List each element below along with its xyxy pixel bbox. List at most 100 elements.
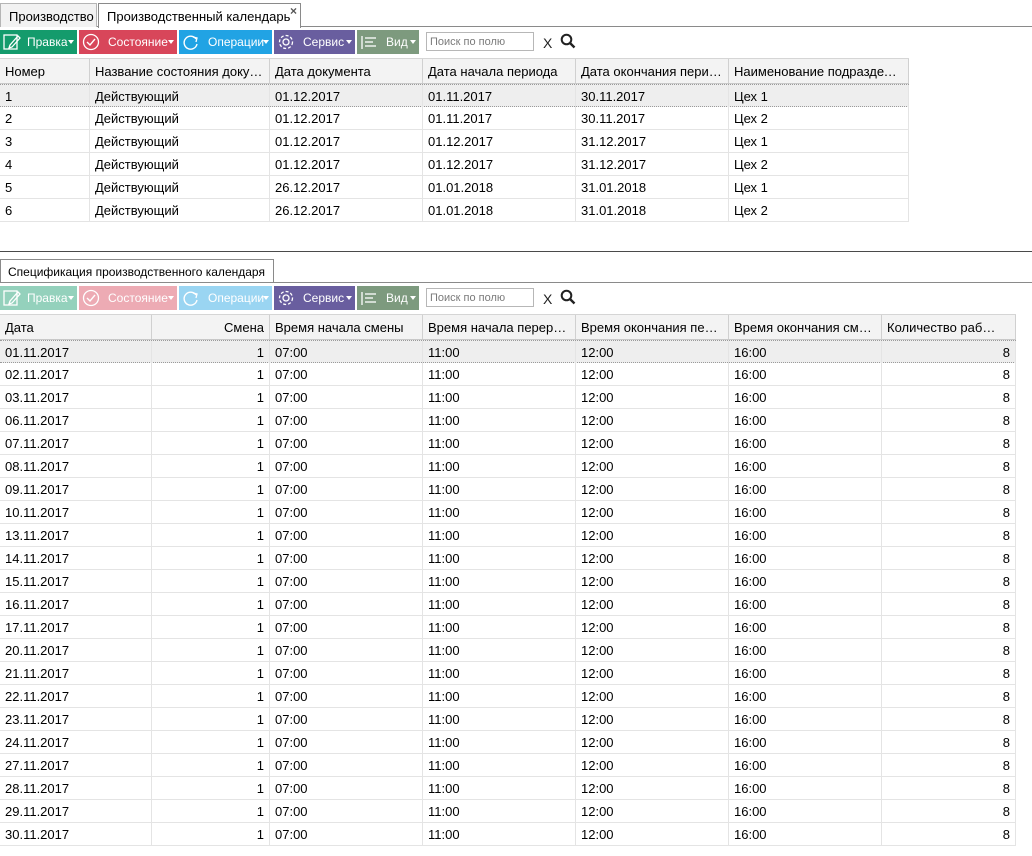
search-input[interactable]: [426, 32, 534, 51]
table-row[interactable]: 5 Действующий 26.12.2017 01.01.2018 31.01.20…: [0, 176, 909, 199]
table-cell: 12:00: [576, 547, 729, 569]
check-circle-icon: [82, 289, 100, 307]
table-row[interactable]: 24.11.2017 1 07:00 11:00 12:00 16:00 8: [0, 731, 1016, 754]
table-row[interactable]: 01.11.2017 1 07:00 11:00 12:00 16:00 8: [0, 340, 1016, 363]
tab-production-calendar[interactable]: Производственный календарь ×: [98, 3, 301, 28]
table-row[interactable]: 15.11.2017 1 07:00 11:00 12:00 16:00 8: [0, 570, 1016, 593]
table-row[interactable]: 4 Действующий 01.12.2017 01.12.2017 31.12.20…: [0, 153, 909, 176]
table-cell: 6: [0, 199, 90, 221]
column-header[interactable]: Дата начала периода: [423, 59, 576, 83]
table-row[interactable]: 28.11.2017 1 07:00 11:00 12:00 16:00 8: [0, 777, 1016, 800]
table-row[interactable]: 03.11.2017 1 07:00 11:00 12:00 16:00 8: [0, 386, 1016, 409]
table-cell: 1: [152, 639, 270, 661]
search-icon[interactable]: [560, 33, 576, 49]
column-header[interactable]: Дата окончания пери…: [576, 59, 729, 83]
table-row[interactable]: 6 Действующий 26.12.2017 01.01.2018 31.01.20…: [0, 199, 909, 222]
pencil-icon: [3, 34, 21, 50]
table-row[interactable]: 21.11.2017 1 07:00 11:00 12:00 16:00 8: [0, 662, 1016, 685]
table-cell: 12:00: [576, 800, 729, 822]
table-cell: 07:00: [270, 478, 423, 500]
list-icon: [361, 36, 376, 49]
table-cell: 30.11.2017: [0, 823, 152, 845]
edit-button[interactable]: Правка: [0, 30, 77, 54]
column-header[interactable]: Время окончания см…: [729, 315, 882, 339]
table-cell: 1: [152, 662, 270, 684]
search-input[interactable]: [426, 288, 534, 307]
service-button[interactable]: Сервис: [274, 286, 355, 310]
column-header[interactable]: Время окончания пер…: [576, 315, 729, 339]
table-row[interactable]: 30.11.2017 1 07:00 11:00 12:00 16:00 8: [0, 823, 1016, 846]
table-cell: 8: [882, 754, 1016, 776]
close-icon[interactable]: ×: [290, 4, 297, 18]
table-row[interactable]: 29.11.2017 1 07:00 11:00 12:00 16:00 8: [0, 800, 1016, 823]
table-row[interactable]: 27.11.2017 1 07:00 11:00 12:00 16:00 8: [0, 754, 1016, 777]
table-cell: 1: [152, 708, 270, 730]
table-row[interactable]: 1 Действующий 01.12.2017 01.11.2017 30.11.20…: [0, 84, 909, 107]
column-header[interactable]: Название состояния доку…: [90, 59, 270, 83]
table-row[interactable]: 07.11.2017 1 07:00 11:00 12:00 16:00 8: [0, 432, 1016, 455]
table-row[interactable]: 09.11.2017 1 07:00 11:00 12:00 16:00 8: [0, 478, 1016, 501]
view-button[interactable]: Вид: [357, 286, 419, 310]
table-cell: 07:00: [270, 616, 423, 638]
table-cell: 8: [882, 570, 1016, 592]
table-row[interactable]: 2 Действующий 01.12.2017 01.11.2017 30.11.20…: [0, 107, 909, 130]
service-button[interactable]: Сервис: [274, 30, 355, 54]
view-button[interactable]: Вид: [357, 30, 419, 54]
service-label: Сервис: [303, 35, 345, 49]
table-cell: 8: [882, 547, 1016, 569]
column-header[interactable]: Номер: [0, 59, 90, 83]
column-header[interactable]: Время начала перер…: [423, 315, 576, 339]
table-row[interactable]: 16.11.2017 1 07:00 11:00 12:00 16:00 8: [0, 593, 1016, 616]
state-button[interactable]: Состояние: [79, 30, 177, 54]
table-cell: 11:00: [423, 524, 576, 546]
column-header[interactable]: Количество раб…: [882, 315, 1016, 339]
table-cell: 08.11.2017: [0, 455, 152, 477]
table-cell: 16:00: [729, 593, 882, 615]
table-cell: 1: [152, 386, 270, 408]
table-cell: 02.11.2017: [0, 363, 152, 385]
operations-button[interactable]: Операции: [179, 30, 272, 54]
table-cell: 12:00: [576, 570, 729, 592]
search-icon[interactable]: [560, 289, 576, 305]
chevron-down-icon: [68, 40, 74, 44]
tab-specification[interactable]: Спецификация производственного календаря: [0, 259, 274, 283]
column-header[interactable]: Наименование подраздел…: [729, 59, 909, 83]
table-row[interactable]: 20.11.2017 1 07:00 11:00 12:00 16:00 8: [0, 639, 1016, 662]
edit-button[interactable]: Правка: [0, 286, 77, 310]
column-header[interactable]: Время начала смены: [270, 315, 423, 339]
table-row[interactable]: 02.11.2017 1 07:00 11:00 12:00 16:00 8: [0, 363, 1016, 386]
table-row[interactable]: 10.11.2017 1 07:00 11:00 12:00 16:00 8: [0, 501, 1016, 524]
table-cell: 17.11.2017: [0, 616, 152, 638]
clear-search-button[interactable]: X: [543, 291, 552, 307]
table-cell: 8: [882, 662, 1016, 684]
table-cell: Действующий: [90, 85, 270, 107]
column-header[interactable]: Дата: [0, 315, 152, 339]
table-cell: 12:00: [576, 341, 729, 363]
state-button[interactable]: Состояние: [79, 286, 177, 310]
table-row[interactable]: 23.11.2017 1 07:00 11:00 12:00 16:00 8: [0, 708, 1016, 731]
table-cell: 16.11.2017: [0, 593, 152, 615]
pencil-icon: [3, 290, 21, 306]
table-row[interactable]: 14.11.2017 1 07:00 11:00 12:00 16:00 8: [0, 547, 1016, 570]
service-label: Сервис: [303, 291, 345, 305]
table-row[interactable]: 3 Действующий 01.12.2017 01.12.2017 31.12.20…: [0, 130, 909, 153]
panel-divider[interactable]: [0, 251, 1032, 252]
clear-search-button[interactable]: X: [543, 35, 552, 51]
column-header[interactable]: Смена: [152, 315, 270, 339]
table-cell: Действующий: [90, 199, 270, 221]
table-row[interactable]: 06.11.2017 1 07:00 11:00 12:00 16:00 8: [0, 409, 1016, 432]
table-row[interactable]: 22.11.2017 1 07:00 11:00 12:00 16:00 8: [0, 685, 1016, 708]
table-cell: 07:00: [270, 593, 423, 615]
tab-label: Производство: [9, 9, 94, 24]
table-row[interactable]: 17.11.2017 1 07:00 11:00 12:00 16:00 8: [0, 616, 1016, 639]
table-cell: 12:00: [576, 593, 729, 615]
tab-production[interactable]: Производство: [0, 3, 97, 27]
chevron-down-icon: [410, 296, 416, 300]
table-cell: 16:00: [729, 363, 882, 385]
table-cell: 8: [882, 593, 1016, 615]
operations-button[interactable]: Операции: [179, 286, 272, 310]
table-row[interactable]: 13.11.2017 1 07:00 11:00 12:00 16:00 8: [0, 524, 1016, 547]
column-header[interactable]: Дата документа: [270, 59, 423, 83]
table-row[interactable]: 08.11.2017 1 07:00 11:00 12:00 16:00 8: [0, 455, 1016, 478]
table-cell: 11:00: [423, 570, 576, 592]
